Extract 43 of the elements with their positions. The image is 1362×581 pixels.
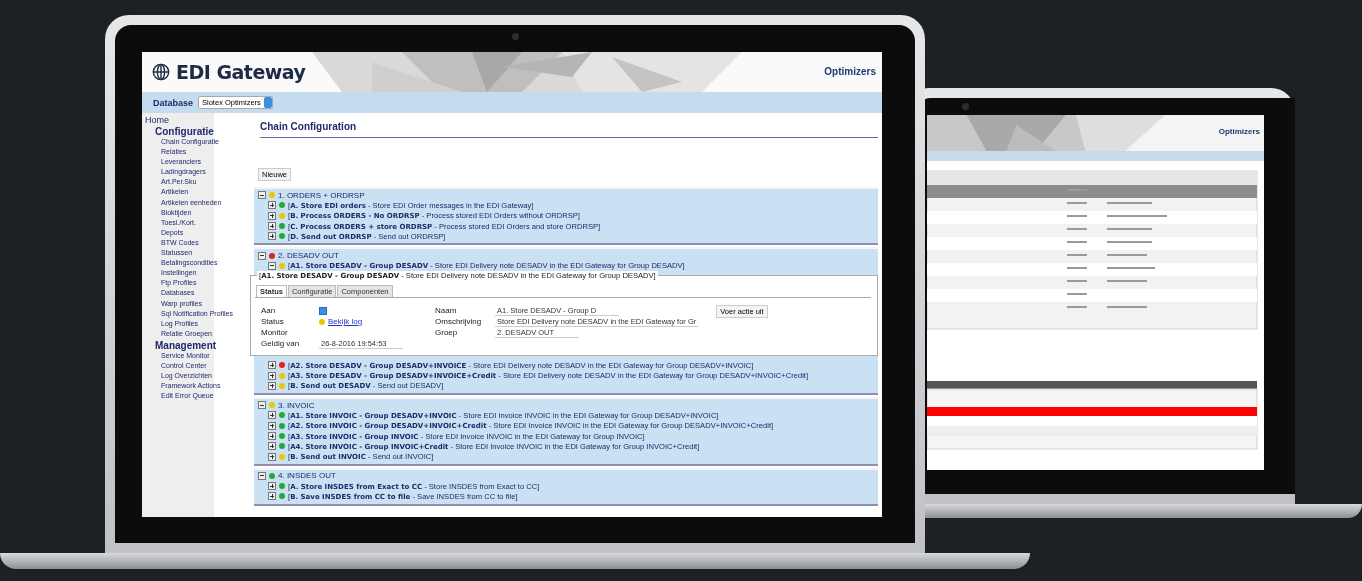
- expand-icon[interactable]: [268, 381, 276, 390]
- camera-icon: [512, 33, 519, 40]
- expand-icon[interactable]: [268, 261, 276, 270]
- sidebar-heading: Management: [154, 339, 217, 351]
- field-label: Groep: [435, 328, 459, 338]
- expand-icon[interactable]: [268, 421, 276, 430]
- field-label: Geldig van: [261, 339, 301, 349]
- collapse-icon[interactable]: [258, 191, 266, 200]
- camera-icon: [962, 103, 969, 110]
- expand-icon[interactable]: [268, 371, 276, 380]
- expand-icon[interactable]: [268, 492, 276, 501]
- company-logo: Optimizers: [824, 66, 876, 77]
- field-label: Status: [261, 317, 285, 327]
- expand-icon[interactable]: [268, 211, 276, 220]
- sidebar-link[interactable]: Home: [142, 115, 169, 125]
- expand-icon[interactable]: [268, 432, 276, 440]
- expand-icon[interactable]: [268, 232, 276, 241]
- globe-icon: [152, 63, 170, 81]
- expand-icon[interactable]: [268, 442, 276, 451]
- group-name[interactable]: 1. ORDERS + ORDRSP: [278, 190, 365, 200]
- group-name[interactable]: 4. INSDES OUT: [278, 471, 336, 481]
- expand-icon[interactable]: [268, 411, 276, 420]
- page-title: Chain Configuration: [260, 121, 357, 132]
- collapse-icon[interactable]: [258, 471, 266, 480]
- collapse-icon[interactable]: [258, 401, 266, 410]
- field-label: Omschrijving: [435, 317, 483, 327]
- expand-icon[interactable]: [268, 361, 276, 370]
- log-link[interactable]: Bekijk log: [328, 317, 363, 327]
- expand-icon[interactable]: [268, 452, 276, 461]
- sidebar-heading: Configuratie: [154, 126, 214, 137]
- field-label: Naam: [435, 306, 458, 316]
- group-name[interactable]: 3. INVOIC: [278, 400, 315, 410]
- checkbox[interactable]: [319, 306, 327, 315]
- collapse-icon[interactable]: [258, 251, 266, 260]
- field-label: Aan: [261, 306, 277, 316]
- expand-icon[interactable]: [268, 222, 276, 231]
- database-label: Database: [153, 97, 194, 108]
- field-label: Monitor: [261, 328, 289, 338]
- expand-icon[interactable]: [268, 201, 276, 210]
- expand-icon[interactable]: [268, 482, 276, 491]
- company-logo: Optimizers: [1218, 127, 1260, 136]
- app-title: EDI Gateway: [176, 61, 306, 83]
- group-name[interactable]: 2. DESADV OUT: [278, 251, 339, 261]
